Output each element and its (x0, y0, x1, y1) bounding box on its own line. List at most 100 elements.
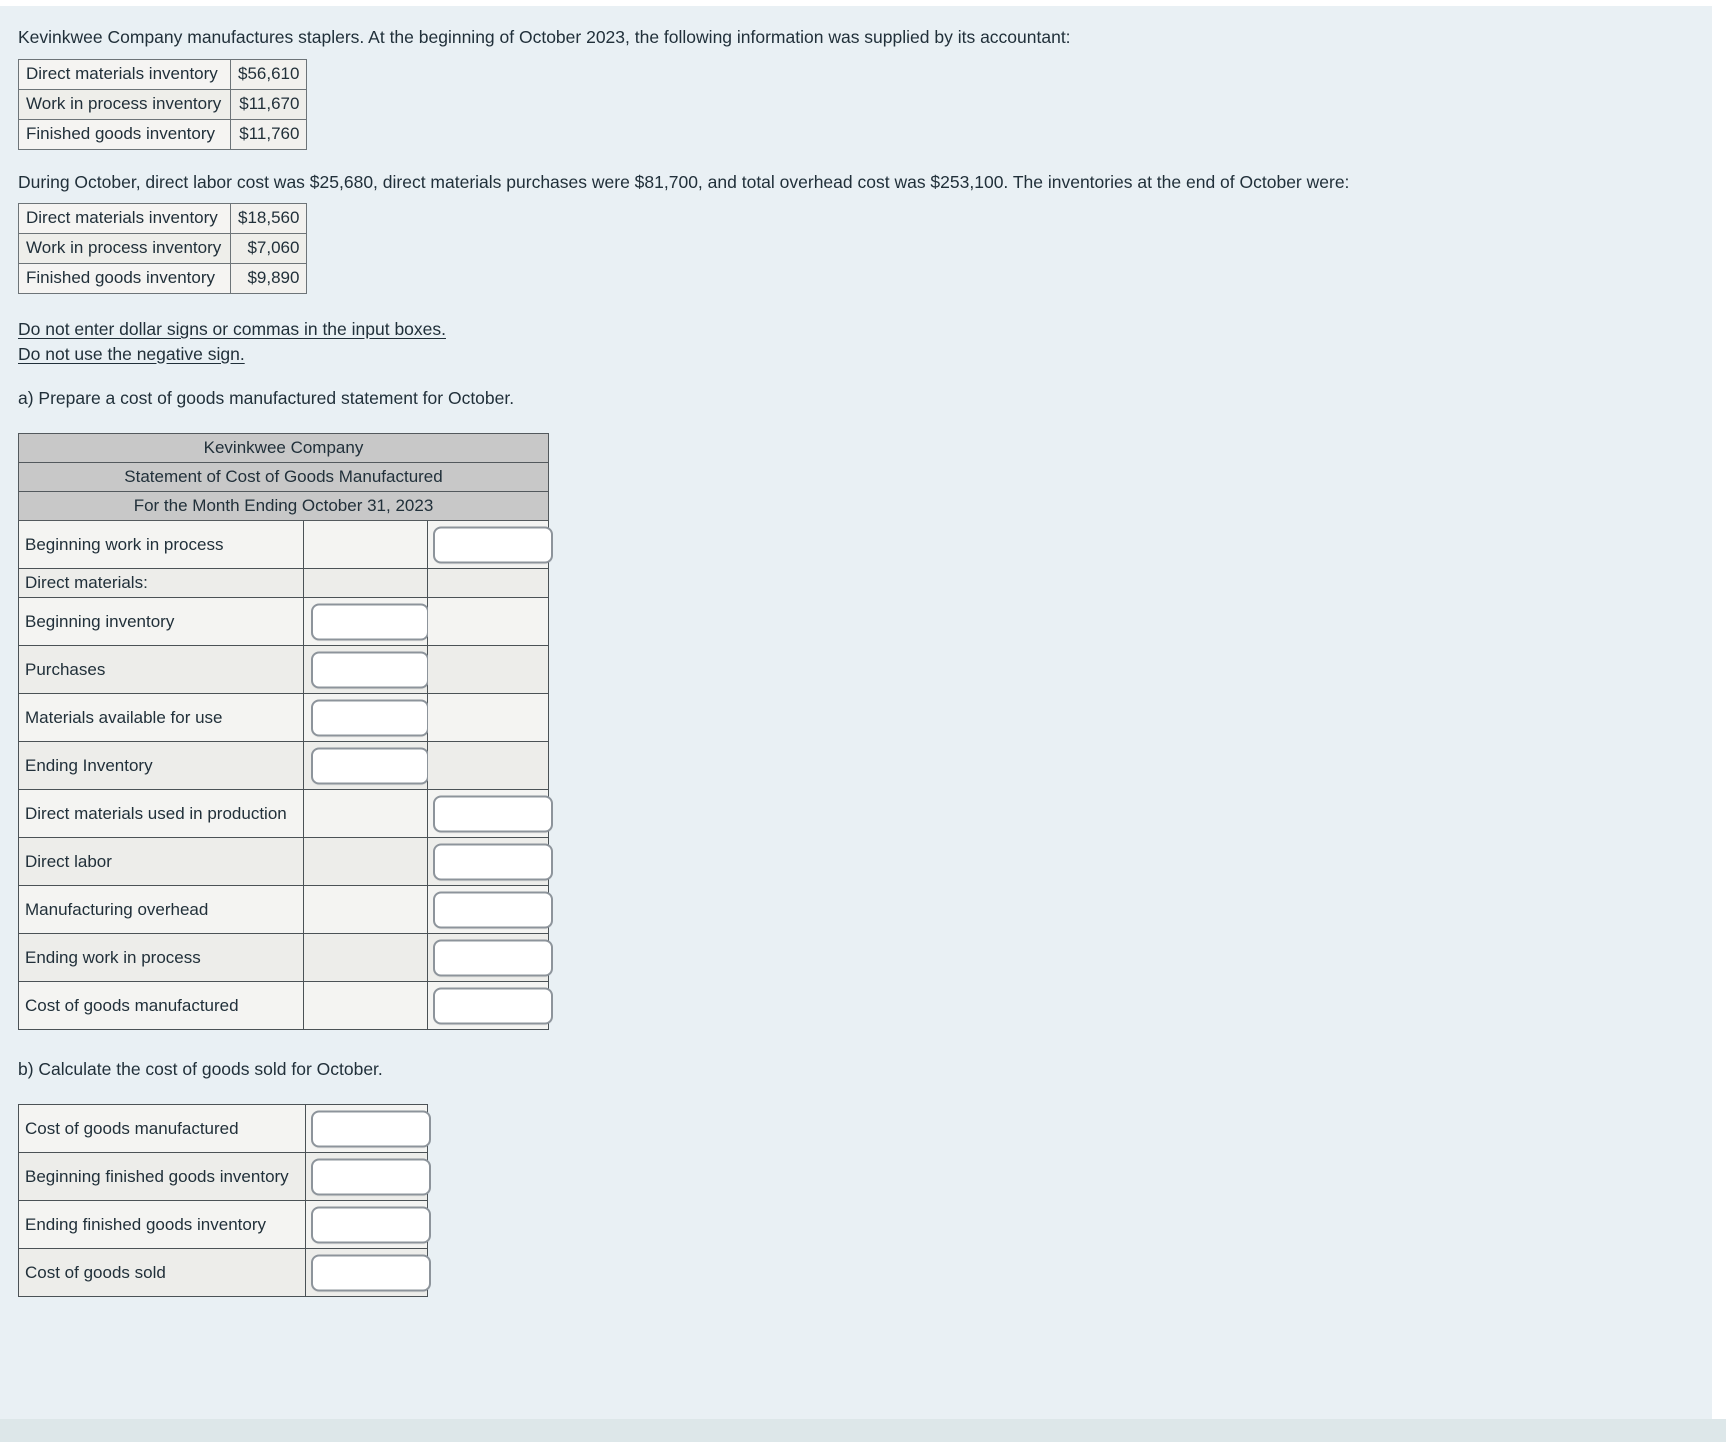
right-cell-empty (427, 597, 549, 646)
instruction-line-2: Do not use the negative sign. (18, 343, 245, 364)
row-label: Ending Inventory (18, 741, 304, 790)
input-cogs-cost-of-goods-manufactured[interactable] (311, 1110, 431, 1147)
table-row: Ending work in process (18, 933, 553, 982)
table-row: Work in process inventory $7,060 (18, 233, 308, 264)
input-cell (427, 885, 553, 934)
input-materials-available-for-use[interactable] (311, 699, 429, 736)
statement-name: Statement of Cost of Goods Manufactured (18, 462, 549, 492)
row-value: $11,670 (229, 89, 308, 120)
row-label: Cost of goods sold (18, 1248, 306, 1297)
row-label: Work in process inventory (18, 89, 231, 120)
page-bottom-edge (0, 1419, 1726, 1442)
input-cell (305, 1104, 431, 1153)
input-cell (305, 1152, 431, 1201)
statement-period: For the Month Ending October 31, 2023 (18, 491, 549, 521)
input-cell (427, 933, 553, 982)
table-row: Direct labor (18, 837, 553, 886)
input-cell (427, 520, 553, 569)
row-label: Purchases (18, 645, 304, 694)
table-row: Beginning work in process (18, 520, 553, 569)
input-cell (303, 645, 429, 694)
input-instructions: Do not enter dollar signs or commas in t… (18, 317, 446, 366)
row-label: Cost of goods manufactured (18, 1104, 306, 1153)
row-value: $11,760 (229, 119, 308, 150)
input-cell (305, 1248, 431, 1297)
input-cell (305, 1200, 431, 1249)
row-label: Beginning finished goods inventory (18, 1152, 306, 1201)
input-cost-of-goods-sold[interactable] (311, 1254, 431, 1291)
right-cell-empty (427, 741, 549, 790)
input-cell (427, 789, 553, 838)
instruction-line-1: Do not enter dollar signs or commas in t… (18, 319, 446, 339)
input-dm-beginning-inventory[interactable] (311, 603, 429, 640)
right-cell-empty (427, 693, 549, 742)
statement-title-row-statement: Statement of Cost of Goods Manufactured (18, 462, 549, 492)
part-b-prompt: b) Calculate the cost of goods sold for … (18, 1059, 383, 1079)
cost-of-goods-sold-table: Cost of goods manufactured Beginning fin… (18, 1104, 431, 1297)
input-direct-labor[interactable] (433, 843, 553, 880)
table-row: Ending Inventory (18, 741, 549, 790)
table-row: Finished goods inventory $9,890 (18, 263, 308, 294)
input-cost-of-goods-manufactured[interactable] (433, 987, 553, 1024)
middle-cell-empty (303, 520, 428, 569)
input-direct-materials-used[interactable] (433, 795, 553, 832)
row-label: Direct labor (18, 837, 304, 886)
row-label: Work in process inventory (18, 233, 231, 264)
worksheet-page: Kevinkwee Company manufactures staplers.… (0, 6, 1712, 1428)
during-october-paragraph: During October, direct labor cost was $2… (18, 172, 1350, 192)
table-row: Ending finished goods inventory (18, 1200, 431, 1249)
middle-cell-empty (303, 568, 428, 598)
middle-cell-empty (303, 837, 428, 886)
input-manufacturing-overhead[interactable] (433, 891, 553, 928)
middle-cell-empty (303, 789, 428, 838)
row-label: Beginning inventory (18, 597, 304, 646)
input-ending-work-in-process[interactable] (433, 939, 553, 976)
table-row: Direct materials inventory $18,560 (18, 203, 308, 234)
row-value: $56,610 (229, 59, 308, 90)
input-cell (303, 693, 429, 742)
table-row: Direct materials used in production (18, 789, 553, 838)
row-label: Cost of goods manufactured (18, 981, 304, 1030)
row-value: $9,890 (229, 263, 308, 294)
table-row: Materials available for use (18, 693, 549, 742)
input-dm-ending-inventory[interactable] (311, 747, 429, 784)
row-label: Direct materials inventory (18, 203, 231, 234)
part-a-prompt: a) Prepare a cost of goods manufactured … (18, 388, 515, 408)
table-row: Work in process inventory $11,670 (18, 89, 308, 120)
input-beginning-work-in-process[interactable] (433, 526, 553, 563)
row-label: Finished goods inventory (18, 263, 231, 294)
row-label: Direct materials: (18, 568, 304, 598)
input-cell (427, 837, 553, 886)
row-label: Manufacturing overhead (18, 885, 304, 934)
middle-cell-empty (303, 885, 428, 934)
middle-cell-empty (303, 933, 428, 982)
cost-of-goods-manufactured-table: Kevinkwee Company Statement of Cost of G… (18, 433, 553, 1030)
right-cell-empty (427, 645, 549, 694)
row-label: Materials available for use (18, 693, 304, 742)
right-cell-empty (427, 568, 549, 598)
statement-title-row-company: Kevinkwee Company (18, 433, 549, 463)
row-value: $18,560 (229, 203, 308, 234)
row-label: Direct materials used in production (18, 789, 304, 838)
table-row: Finished goods inventory $11,760 (18, 119, 308, 150)
row-label: Ending work in process (18, 933, 304, 982)
input-cell (303, 597, 429, 646)
table-row: Cost of goods manufactured (18, 981, 553, 1030)
statement-company-name: Kevinkwee Company (18, 433, 549, 463)
statement-title-row-period: For the Month Ending October 31, 2023 (18, 491, 549, 521)
row-value: $7,060 (229, 233, 308, 264)
row-label: Beginning work in process (18, 520, 304, 569)
middle-cell-empty (303, 981, 428, 1030)
table-row: Direct materials: (18, 568, 549, 598)
beginning-inventory-table: Direct materials inventory $56,610 Work … (18, 59, 308, 150)
input-purchases[interactable] (311, 651, 429, 688)
input-ending-finished-goods[interactable] (311, 1206, 431, 1243)
table-row: Beginning finished goods inventory (18, 1152, 431, 1201)
row-label: Ending finished goods inventory (18, 1200, 306, 1249)
input-cell (303, 741, 429, 790)
table-row: Cost of goods manufactured (18, 1104, 431, 1153)
row-label: Finished goods inventory (18, 119, 231, 150)
input-beginning-finished-goods[interactable] (311, 1158, 431, 1195)
ending-inventory-table: Direct materials inventory $18,560 Work … (18, 203, 308, 294)
table-row: Cost of goods sold (18, 1248, 431, 1297)
